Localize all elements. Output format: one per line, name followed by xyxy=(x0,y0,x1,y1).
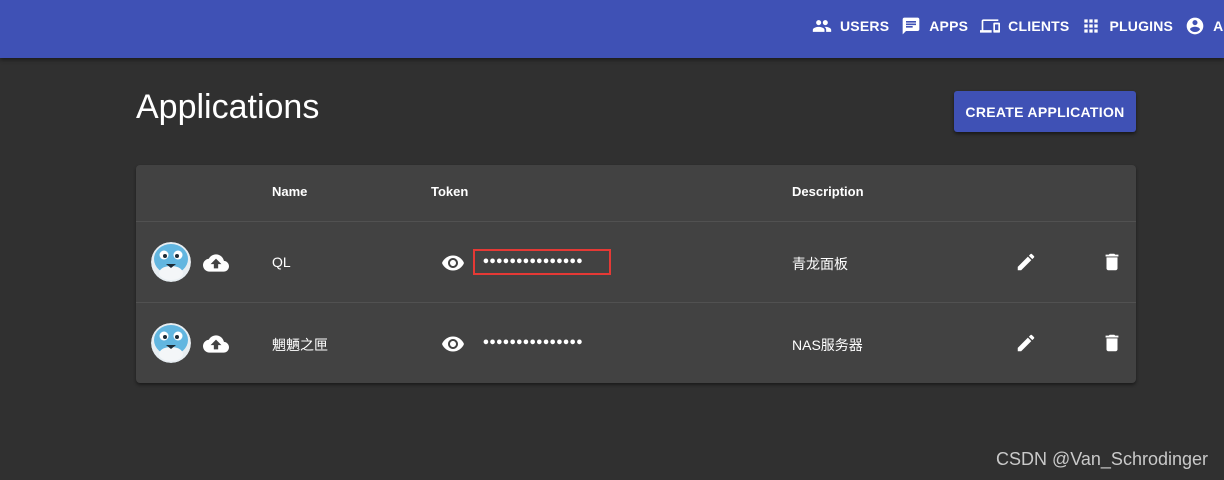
table-row: 魍魉之匣 ••••••••••••••• NAS服务器 xyxy=(136,303,1136,384)
apps-icon xyxy=(902,17,920,35)
upload-icon[interactable] xyxy=(203,331,229,357)
users-icon xyxy=(812,20,832,32)
nav-users[interactable]: USERS xyxy=(812,8,889,44)
header-token: Token xyxy=(431,184,469,199)
delete-icon[interactable] xyxy=(1101,332,1123,354)
edit-icon[interactable] xyxy=(1015,332,1037,354)
app-avatar-icon xyxy=(151,323,191,363)
nav-admin-label: ADM xyxy=(1213,18,1224,34)
nav-apps-label: APPS xyxy=(929,18,969,34)
app-token: ••••••••••••••• xyxy=(473,249,611,275)
applications-table: Name Token Description QL ••••••••••••••… xyxy=(136,165,1136,383)
clients-icon xyxy=(980,19,1001,33)
delete-icon[interactable] xyxy=(1101,251,1123,273)
app-description: 青龙面板 xyxy=(792,256,848,272)
watermark: CSDN @Van_Schrodinger xyxy=(995,449,1208,469)
eye-icon[interactable] xyxy=(441,251,467,275)
nav-users-label: USERS xyxy=(840,18,890,34)
nav-admin[interactable]: ADM xyxy=(1185,8,1224,44)
top-nav: USERS APPS CLIENTS PLUGINS ADM xyxy=(812,0,1224,52)
app-token: ••••••••••••••• xyxy=(482,335,583,351)
nav-clients-label: CLIENTS xyxy=(1008,18,1070,34)
create-application-button[interactable]: CREATE APPLICATION xyxy=(954,91,1136,132)
app-bar: USERS APPS CLIENTS PLUGINS ADM xyxy=(0,0,1224,58)
admin-icon xyxy=(1186,17,1204,35)
nav-apps[interactable]: APPS xyxy=(901,8,968,44)
upload-icon[interactable] xyxy=(203,250,229,276)
page-title: Applications xyxy=(136,88,320,126)
plugins-icon xyxy=(1084,19,1099,33)
app-avatar-icon xyxy=(151,242,191,282)
nav-plugins[interactable]: PLUGINS xyxy=(1081,8,1173,44)
app-name: QL xyxy=(272,254,291,270)
nav-clients[interactable]: CLIENTS xyxy=(980,8,1069,44)
header-name: Name xyxy=(272,184,308,199)
table-row: QL ••••••••••••••• 青龙面板 xyxy=(136,222,1136,303)
nav-plugins-label: PLUGINS xyxy=(1109,18,1174,34)
eye-icon[interactable] xyxy=(441,332,467,356)
app-description: NAS服务器 xyxy=(792,337,863,353)
table-header: Name Token Description xyxy=(136,165,1136,222)
app-name: 魍魉之匣 xyxy=(272,337,328,353)
header-description: Description xyxy=(792,184,864,199)
edit-icon[interactable] xyxy=(1015,251,1037,273)
